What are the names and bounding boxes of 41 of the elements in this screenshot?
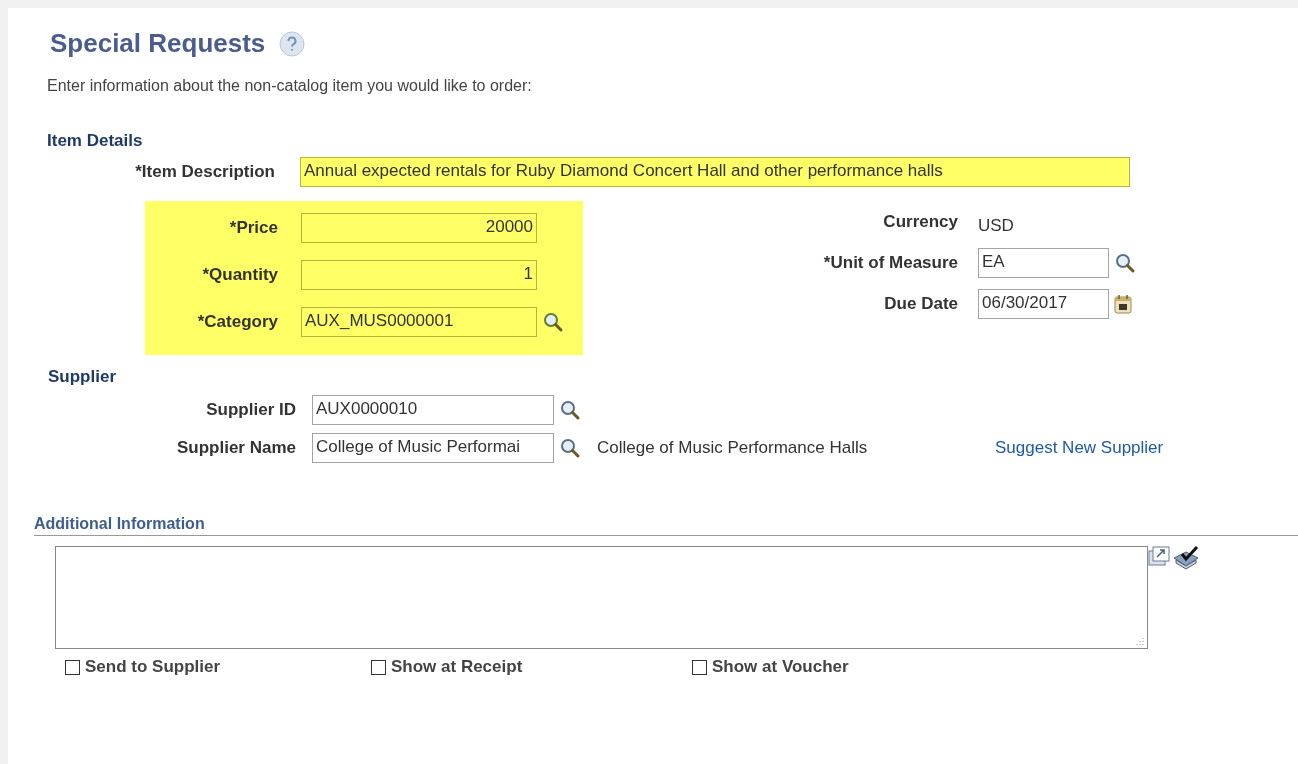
input-field[interactable]: 1: [301, 259, 537, 290]
checkbox-label: Show at Receipt: [391, 657, 523, 677]
help-icon[interactable]: [279, 30, 306, 57]
field-label: *Item Description: [134, 162, 275, 182]
page-title: Special Requests: [50, 28, 266, 59]
section-heading: Additional Information: [34, 515, 206, 533]
supplier-name-text: College of Music Performance Halls: [597, 438, 869, 458]
field-label: Supplier ID: [205, 400, 296, 420]
section-heading: Supplier: [48, 367, 117, 387]
search-icon[interactable]: [559, 399, 581, 421]
search-icon[interactable]: [1114, 251, 1136, 274]
due-date-field[interactable]: 06/30/2017: [978, 288, 1109, 319]
field-label: Currency: [882, 211, 958, 232]
field-label: Due Date: [883, 293, 958, 314]
calendar-icon[interactable]: [1113, 292, 1133, 315]
intro-text: Enter information about the non-catalog item you would like to order:: [47, 77, 533, 95]
checkbox[interactable]: [65, 659, 80, 675]
checkbox-label: Send to Supplier: [85, 657, 221, 677]
currency-value: USD: [978, 215, 1014, 236]
input-field[interactable]: 20000: [301, 212, 537, 243]
item-description-field[interactable]: Annual expected rentals for Ruby Diamond Concert Hall and other performance halls: [300, 157, 1130, 187]
supplier-name-field[interactable]: College of Music Performai: [312, 433, 554, 463]
checkbox[interactable]: [371, 659, 386, 675]
field-label: Supplier Name: [175, 438, 296, 458]
field-label: *Unit of Measure: [822, 252, 958, 273]
checkbox[interactable]: [692, 659, 707, 675]
checkbox-label: Show at Voucher: [712, 657, 849, 677]
field-label: *Price: [228, 217, 278, 238]
field-label: *Category: [196, 311, 278, 332]
expand-icon[interactable]: [1148, 546, 1172, 566]
search-icon[interactable]: [542, 310, 564, 333]
section-heading: Item Details: [47, 131, 144, 151]
resize-grip-icon[interactable]: [1136, 637, 1144, 645]
field-label: *Quantity: [201, 264, 278, 285]
supplier-id-field[interactable]: AUX0000010: [312, 395, 554, 425]
input-field[interactable]: AUX_MUS0000001: [301, 306, 537, 337]
search-icon[interactable]: [559, 437, 581, 459]
spell-check-icon[interactable]: [1172, 546, 1200, 570]
suggest-supplier-link[interactable]: Suggest New Supplier: [995, 438, 1164, 458]
comments-textarea[interactable]: [55, 546, 1148, 649]
unit-of-measure-field[interactable]: EA: [978, 247, 1109, 278]
